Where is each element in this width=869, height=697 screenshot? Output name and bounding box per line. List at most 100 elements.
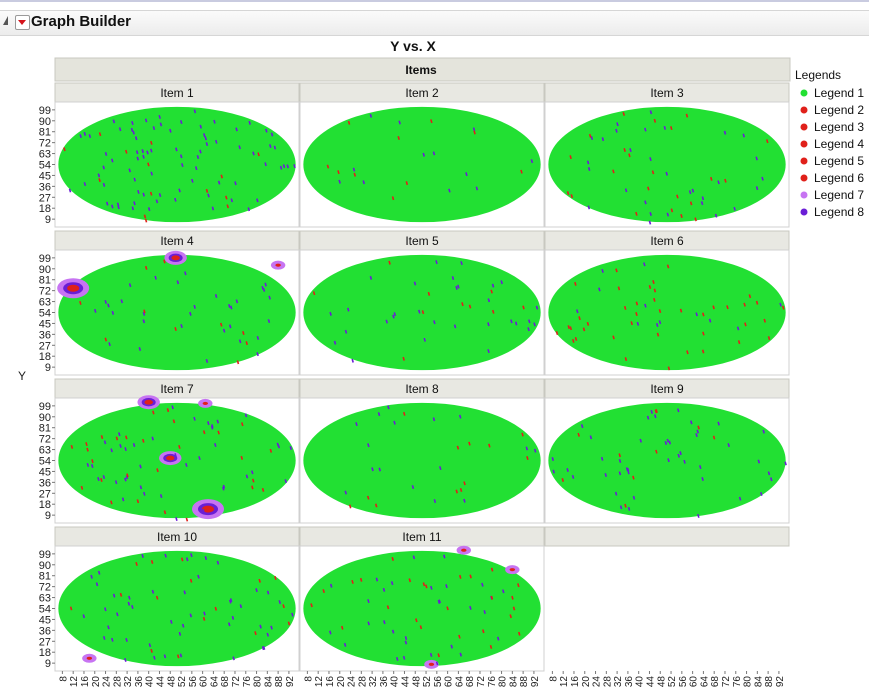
data-mark — [236, 360, 240, 365]
data-mark — [340, 625, 344, 630]
graph-builder-chart: Y vs. X Items Y Legends Legend 1 Legend 2… — [18, 38, 864, 687]
data-mark — [322, 589, 325, 594]
panel-label: Item 11 — [402, 530, 441, 544]
hotspot-peak — [509, 568, 516, 572]
data-mark — [626, 467, 630, 472]
data-mark — [117, 205, 120, 210]
data-mark — [582, 327, 586, 332]
hotspot-peak — [67, 284, 80, 292]
data-mark — [423, 337, 426, 342]
data-mark — [97, 477, 100, 481]
data-mark — [194, 166, 198, 171]
data-mark — [392, 314, 395, 319]
data-mark — [367, 621, 370, 626]
data-mark — [163, 259, 166, 264]
data-mark — [491, 309, 495, 314]
data-mark — [97, 570, 101, 575]
data-mark — [114, 480, 118, 485]
data-mark — [68, 188, 72, 193]
data-mark — [586, 160, 590, 165]
data-mark — [199, 149, 202, 154]
data-mark — [202, 616, 206, 621]
data-mark — [422, 582, 426, 587]
data-mark — [110, 448, 113, 453]
legend-title: Legends — [795, 68, 841, 82]
data-mark — [530, 159, 534, 164]
data-mark — [615, 128, 618, 133]
data-mark — [131, 121, 134, 125]
data-mark — [459, 652, 463, 657]
data-mark — [490, 567, 494, 572]
y-tick-label: 9 — [45, 214, 51, 226]
data-mark — [577, 432, 580, 437]
data-mark — [107, 625, 110, 630]
data-mark — [163, 654, 167, 659]
x-tick-label: 56 — [188, 676, 199, 688]
data-mark — [533, 448, 537, 453]
data-mark — [755, 186, 759, 191]
data-mark — [630, 321, 633, 326]
data-mark — [635, 301, 639, 306]
data-mark — [574, 281, 577, 286]
data-mark — [150, 140, 153, 145]
data-mark — [639, 438, 643, 443]
data-mark — [111, 204, 114, 209]
data-mark — [567, 325, 571, 330]
data-mark — [502, 589, 505, 594]
data-mark — [569, 326, 573, 331]
data-mark — [433, 499, 437, 504]
data-mark — [264, 282, 267, 287]
data-mark — [185, 462, 188, 467]
data-mark — [561, 478, 565, 482]
data-mark — [402, 655, 406, 660]
x-tick-label: 88 — [764, 676, 775, 688]
data-mark — [204, 136, 208, 141]
red-triangle-menu-icon[interactable] — [15, 15, 30, 30]
heatmap-region — [58, 254, 296, 371]
x-tick-label: 84 — [263, 676, 274, 688]
data-mark — [189, 311, 192, 316]
data-mark — [111, 637, 114, 642]
data-mark — [762, 429, 765, 434]
data-mark — [353, 172, 357, 177]
data-mark — [366, 495, 370, 500]
x-tick-label: 52 — [177, 676, 188, 688]
data-mark — [712, 305, 715, 310]
data-mark — [472, 127, 476, 132]
x-axis: 8 12 16 20 24 28 32 36 40 44 48 52 56 60 64 68 72 76 80 84 8… — [58, 671, 786, 687]
x-tick-label: 68 — [220, 676, 231, 688]
data-mark — [222, 484, 226, 489]
x-tick-label: 92 — [285, 676, 296, 688]
hotspot-peak — [428, 662, 435, 666]
data-mark — [432, 417, 436, 422]
data-mark — [755, 156, 758, 161]
data-mark — [666, 264, 670, 269]
data-mark — [488, 443, 491, 448]
data-mark — [511, 595, 514, 600]
data-mark — [387, 405, 390, 410]
data-mark — [225, 195, 228, 200]
data-mark — [500, 280, 503, 285]
data-mark — [385, 319, 389, 324]
data-mark — [614, 491, 618, 496]
disclosure-icon[interactable] — [3, 16, 8, 25]
data-mark — [578, 316, 581, 321]
data-mark — [310, 603, 313, 608]
data-mark — [142, 192, 145, 197]
data-mark — [450, 644, 453, 649]
data-mark — [337, 170, 340, 175]
x-tick-label: 76 — [732, 676, 743, 688]
data-mark — [135, 561, 138, 566]
data-mark — [601, 268, 604, 273]
panel-8: Item 8 — [299, 378, 545, 524]
data-mark — [242, 331, 245, 335]
data-mark — [125, 435, 128, 440]
data-mark — [204, 556, 208, 561]
data-mark — [473, 130, 476, 135]
data-mark — [226, 204, 230, 209]
data-mark — [688, 190, 692, 195]
data-mark — [726, 305, 729, 310]
data-mark — [628, 153, 631, 158]
data-mark — [268, 295, 271, 300]
data-mark — [468, 441, 471, 446]
